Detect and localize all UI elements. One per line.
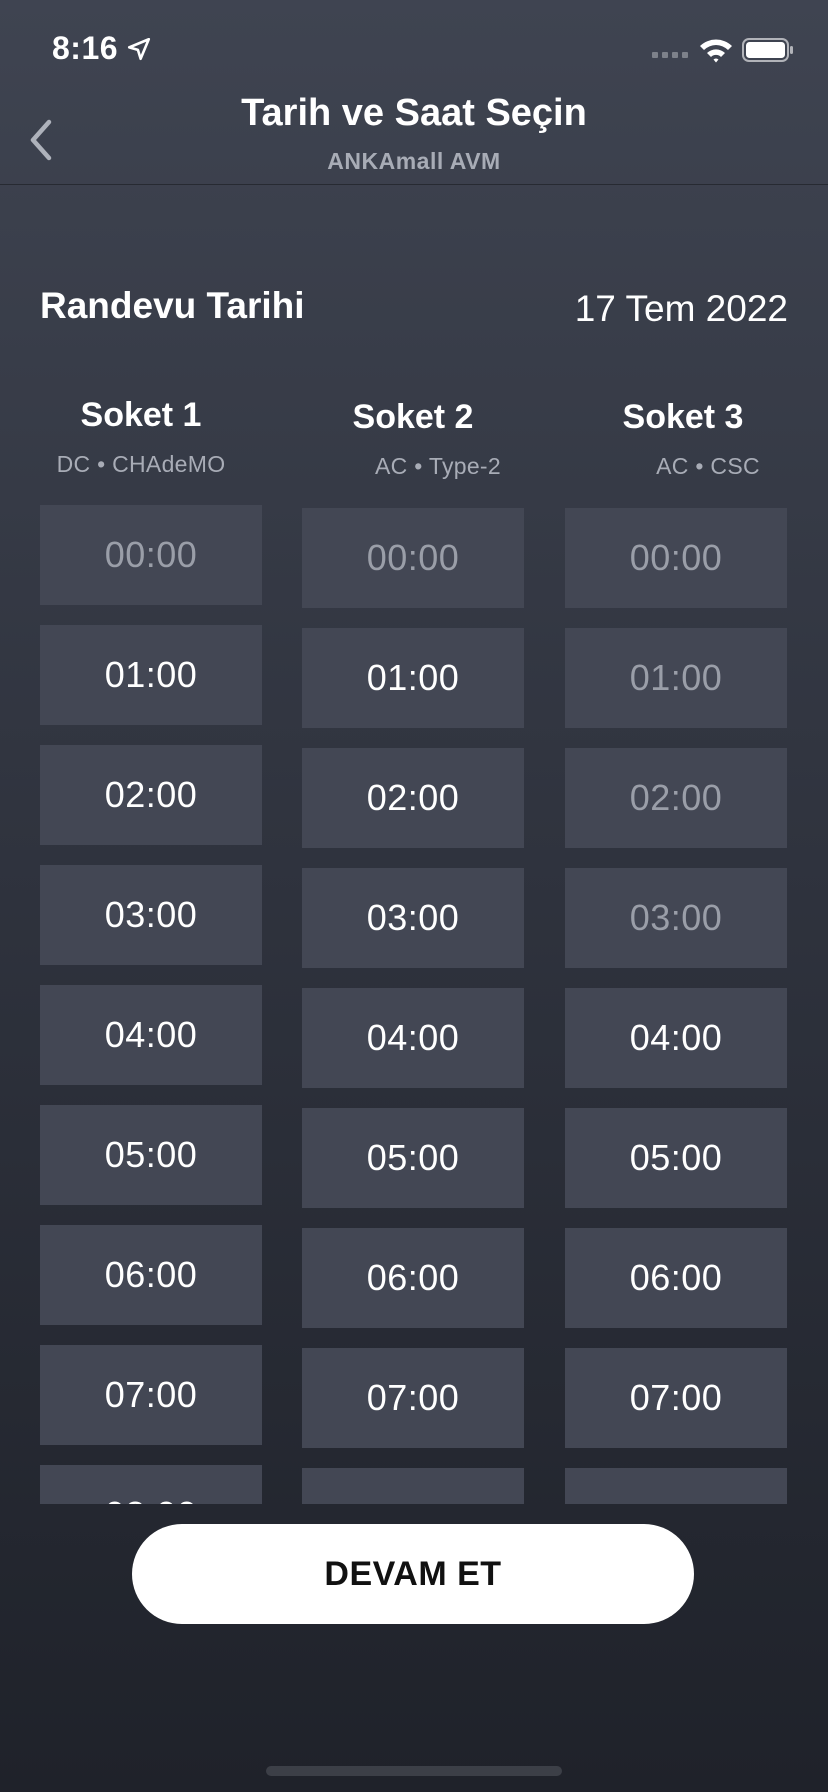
- time-slot[interactable]: 07:00: [40, 1345, 262, 1445]
- time-slot[interactable]: 00:00: [302, 508, 524, 608]
- time-slot[interactable]: 04:00: [40, 985, 262, 1085]
- navigation-header: Tarih ve Saat Seçin ANKAmall AVM: [0, 0, 828, 185]
- time-slot[interactable]: 07:00: [565, 1348, 787, 1448]
- time-slot[interactable]: 00:00: [40, 505, 262, 605]
- socket-header-2: Soket 2 AC • Type-2: [302, 398, 524, 480]
- time-slot[interactable]: 04:00: [302, 988, 524, 1088]
- time-slot[interactable]: 01:00: [302, 628, 524, 728]
- home-indicator: [266, 1766, 562, 1776]
- socket-subtitle: AC • CSC: [656, 453, 760, 479]
- time-slot[interactable]: 03:00: [40, 865, 262, 965]
- time-slot[interactable]: 01:00: [40, 625, 262, 725]
- socket-title: Soket 2: [352, 398, 474, 436]
- time-slot[interactable]: 02:00: [565, 748, 787, 848]
- time-slot-grid: 00:00 01:00 02:00 03:00 04:00 05:00 06:00 07:00…: [0, 500, 828, 1504]
- time-slot[interactable]: 01:00: [565, 628, 787, 728]
- time-slot[interactable]: 06:00: [40, 1225, 262, 1325]
- time-slot[interactable]: 08:00: [40, 1465, 262, 1504]
- socket-subtitle: DC • CHAdeMO: [56, 451, 226, 477]
- socket-header-1: Soket 1 DC • CHAdeMO: [40, 396, 242, 478]
- appointment-date-value[interactable]: 17 Tem 2022: [575, 288, 788, 330]
- time-slot[interactable]: 00:00: [565, 508, 787, 608]
- time-slot[interactable]: 04:00: [565, 988, 787, 1088]
- time-slot[interactable]: 05:00: [565, 1108, 787, 1208]
- time-slot[interactable]: [302, 1468, 524, 1504]
- time-slot[interactable]: 06:00: [302, 1228, 524, 1328]
- socket-title: Soket 3: [622, 398, 744, 436]
- time-slot[interactable]: 05:00: [40, 1105, 262, 1205]
- time-slot[interactable]: 03:00: [565, 868, 787, 968]
- time-slot[interactable]: 02:00: [40, 745, 262, 845]
- page-subtitle: ANKAmall AVM: [327, 148, 501, 174]
- time-slot[interactable]: 07:00: [302, 1348, 524, 1448]
- time-slot[interactable]: 02:00: [302, 748, 524, 848]
- page-title: Tarih ve Saat Seçin: [241, 92, 587, 134]
- time-slot[interactable]: [565, 1468, 787, 1504]
- time-slot[interactable]: 05:00: [302, 1108, 524, 1208]
- time-slot[interactable]: 03:00: [302, 868, 524, 968]
- time-slot[interactable]: 06:00: [565, 1228, 787, 1328]
- appointment-date-label: Randevu Tarihi: [40, 285, 305, 326]
- socket-title: Soket 1: [80, 396, 202, 434]
- socket-header-3: Soket 3 AC • CSC: [572, 398, 794, 480]
- continue-button[interactable]: DEVAM ET: [132, 1524, 694, 1624]
- socket-subtitle: AC • Type-2: [375, 453, 501, 479]
